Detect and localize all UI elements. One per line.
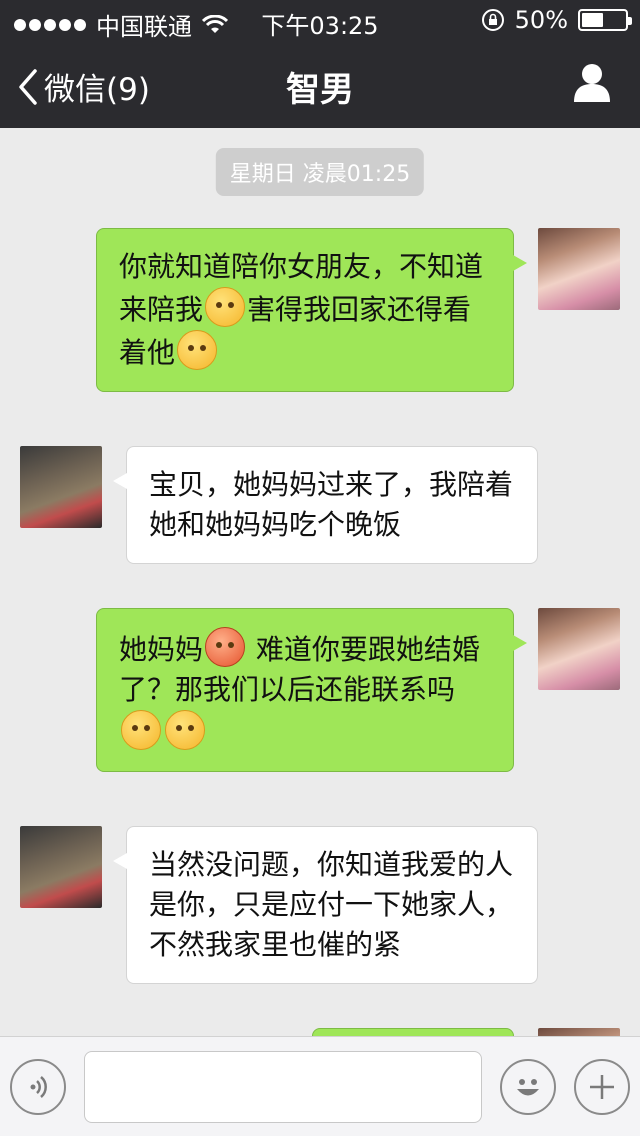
message-line: 你就知道陪你女朋友，不知道: [119, 250, 484, 283]
status-bar: 中国联通 下午03:25 50%: [0, 0, 640, 41]
message-timestamp: 星期日 凌晨01:25: [215, 148, 425, 196]
message-line: 着他: [119, 330, 491, 373]
chat-title: 智男: [286, 70, 354, 110]
my-avatar[interactable]: [538, 228, 620, 310]
message-bubble[interactable]: [312, 1028, 514, 1036]
voice-icon: [30, 1076, 47, 1098]
my-avatar[interactable]: [538, 1028, 620, 1036]
voice-button[interactable]: [10, 1059, 66, 1115]
message-line: 宝贝，她妈妈过来了，我陪着: [149, 468, 514, 501]
contact-avatar[interactable]: [20, 826, 102, 908]
input-bar: [0, 1036, 640, 1136]
message-line: 当然没问题，你知道我爱的人: [149, 848, 514, 881]
message-line: 来陪我 害得我回家还得看: [119, 287, 491, 330]
contact-info-button[interactable]: [572, 62, 612, 106]
message-line: 她妈妈 难道你要跟她结婚: [119, 627, 491, 670]
crying-emoji-icon: [165, 710, 205, 750]
message-line: 是你，只是应付一下她家人，: [149, 888, 514, 921]
message-bubble[interactable]: 你就知道陪你女朋友，不知道 来陪我 害得我回家还得看 着他: [96, 228, 527, 392]
emoji-button[interactable]: [500, 1059, 556, 1115]
message-input[interactable]: [84, 1051, 482, 1123]
battery-icon: [578, 9, 632, 31]
message-line: 她和她妈妈吃个晚饭: [149, 508, 402, 541]
rotation-lock-icon: [481, 9, 504, 31]
message-line: 不然我家里也催的紧: [149, 928, 402, 961]
chat-area[interactable]: 星期日 凌晨01:25 你就知道陪你女朋友，不知道 来陪我 害得我回家还得看 着他…: [0, 128, 640, 1036]
angry-emoji-icon: [205, 627, 246, 667]
my-avatar[interactable]: [538, 608, 620, 690]
contact-avatar[interactable]: [20, 446, 102, 528]
person-icon: [574, 64, 610, 102]
crying-emoji-icon: [121, 710, 161, 750]
plus-icon: [590, 1075, 614, 1099]
more-button[interactable]: [574, 1059, 630, 1115]
top-bar: 中国联通 下午03:25 50% 微信(9) 智男: [0, 0, 640, 128]
message-line: [119, 710, 491, 753]
crying-laughing-emoji-icon: [177, 330, 218, 370]
sleepy-emoji-icon: [205, 287, 246, 327]
battery-percent: 50%: [514, 6, 568, 34]
message-line: 了？那我们以后还能联系吗: [119, 673, 456, 706]
message-bubble[interactable]: 当然没问题，你知道我爱的人 是你，只是应付一下她家人， 不然我家里也催的紧: [113, 826, 538, 984]
message-bubble[interactable]: 她妈妈 难道你要跟她结婚 了？那我们以后还能联系吗: [96, 608, 527, 772]
smiley-icon: [517, 1079, 539, 1096]
message-bubble[interactable]: 宝贝，她妈妈过来了，我陪着 她和她妈妈吃个晚饭: [113, 446, 538, 564]
nav-bar: 微信(9) 智男: [0, 40, 640, 128]
